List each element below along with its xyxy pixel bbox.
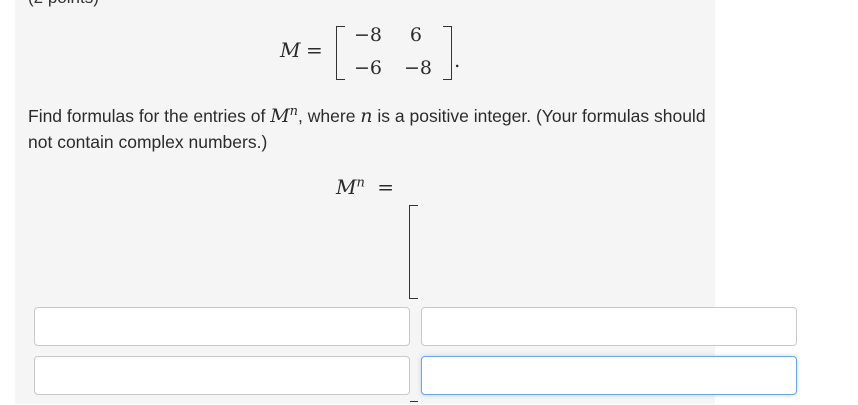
question-part-1: Find formulas for the entries of bbox=[28, 105, 271, 126]
answer-left-bracket bbox=[409, 205, 418, 299]
matrix-cell-2-1: −6 bbox=[353, 57, 382, 79]
answer-label: Mn = bbox=[336, 175, 394, 199]
entry-1-2-input[interactable] bbox=[421, 307, 797, 346]
matrix-cell-1-1: −8 bbox=[353, 24, 382, 46]
question-text: Find formulas for the entries of Mn, whe… bbox=[28, 99, 708, 155]
entry-2-1-input[interactable] bbox=[34, 356, 410, 395]
matrix-cell-2-2: −8 bbox=[403, 57, 432, 79]
entry-2-2-input[interactable] bbox=[421, 356, 797, 395]
answer-equals: = bbox=[377, 175, 394, 199]
entry-1-1-input[interactable] bbox=[34, 307, 410, 346]
period: . bbox=[454, 48, 461, 72]
right-bracket bbox=[443, 26, 452, 80]
answer-base: M bbox=[336, 175, 357, 199]
power-exp: n bbox=[289, 104, 299, 119]
answer-bracket-tick bbox=[410, 401, 418, 405]
equals-sign: = bbox=[306, 38, 323, 62]
power-base: M bbox=[270, 104, 290, 127]
answer-exp: n bbox=[356, 175, 365, 191]
matrix-name: M bbox=[280, 38, 301, 62]
matrix-cell-1-2: 6 bbox=[409, 24, 422, 46]
top-partial-text: (2 points) bbox=[28, 0, 99, 8]
variable-n: n bbox=[360, 104, 373, 127]
question-part-2: , where bbox=[298, 105, 361, 126]
